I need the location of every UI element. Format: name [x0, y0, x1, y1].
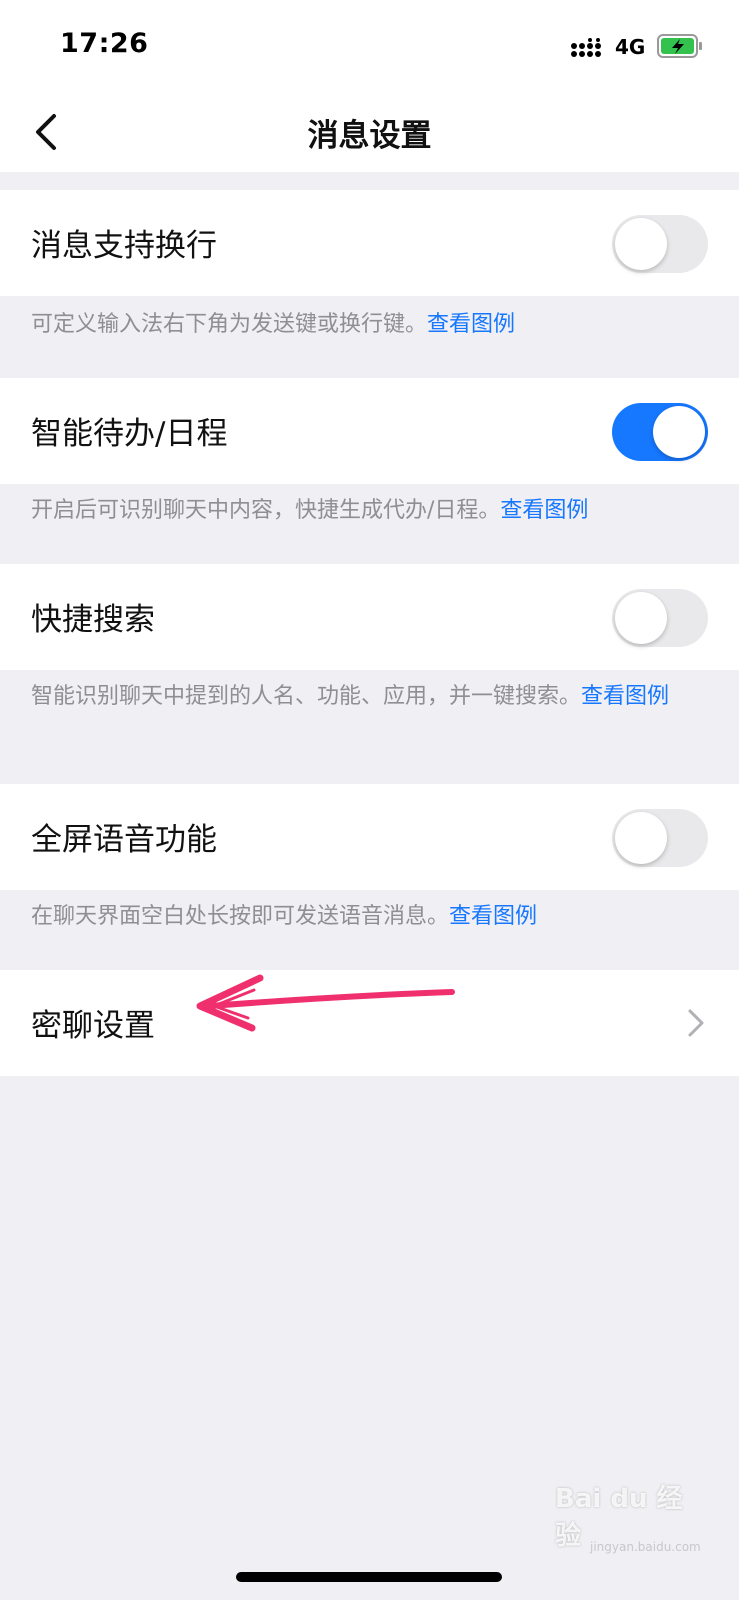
view-example-link[interactable]: 查看图例 [581, 684, 669, 709]
status-bar: 17:26 4G [0, 0, 739, 92]
signal-icon [571, 38, 601, 57]
view-example-link[interactable]: 查看图例 [449, 904, 537, 929]
fullscreen-voice-toggle[interactable] [612, 809, 708, 867]
setting-description: 可定义输入法右下角为发送键或换行键。查看图例 [31, 312, 516, 337]
setting-description: 开启后可识别聊天中内容，快捷生成代办/日程。查看图例 [31, 498, 589, 523]
page-title: 消息设置 [307, 118, 432, 154]
smart-todo-toggle[interactable] [612, 403, 708, 461]
setting-label: 智能待办/日程 [31, 416, 228, 452]
setting-description: 智能识别聊天中提到的人名、功能、应用，并一键搜索。查看图例 [31, 684, 670, 709]
battery-charging-icon [657, 34, 702, 58]
setting-label: 快捷搜索 [31, 602, 155, 638]
setting-label: 消息支持换行 [31, 228, 217, 264]
toggle-knob [653, 406, 705, 458]
quick-search-toggle[interactable] [612, 589, 708, 647]
setting-row-fullscreen-voice: 全屏语音功能 [0, 784, 739, 890]
view-example-link[interactable]: 查看图例 [500, 498, 588, 523]
secret-chat-settings-row[interactable]: 密聊设置 [0, 970, 739, 1076]
toggle-knob [615, 218, 667, 270]
status-time: 17:26 [60, 28, 149, 59]
chevron-right-icon [688, 1009, 704, 1037]
setting-label: 全屏语音功能 [31, 822, 217, 858]
watermark-url: jingyan.baidu.com [590, 1540, 701, 1554]
network-type: 4G [615, 35, 646, 59]
home-indicator[interactable] [236, 1572, 502, 1582]
view-example-link[interactable]: 查看图例 [427, 312, 515, 337]
setting-label: 密聊设置 [31, 1008, 155, 1044]
watermark-logo: Bai du 经验 [555, 1484, 683, 1551]
nav-bar: 消息设置 [0, 92, 739, 172]
setting-description: 在聊天界面空白处长按即可发送语音消息。查看图例 [31, 904, 538, 929]
setting-row-line-break: 消息支持换行 [0, 190, 739, 296]
setting-row-smart-todo: 智能待办/日程 [0, 378, 739, 484]
setting-row-quick-search: 快捷搜索 [0, 564, 739, 670]
toggle-knob [615, 592, 667, 644]
line-break-toggle[interactable] [612, 215, 708, 273]
toggle-knob [615, 812, 667, 864]
